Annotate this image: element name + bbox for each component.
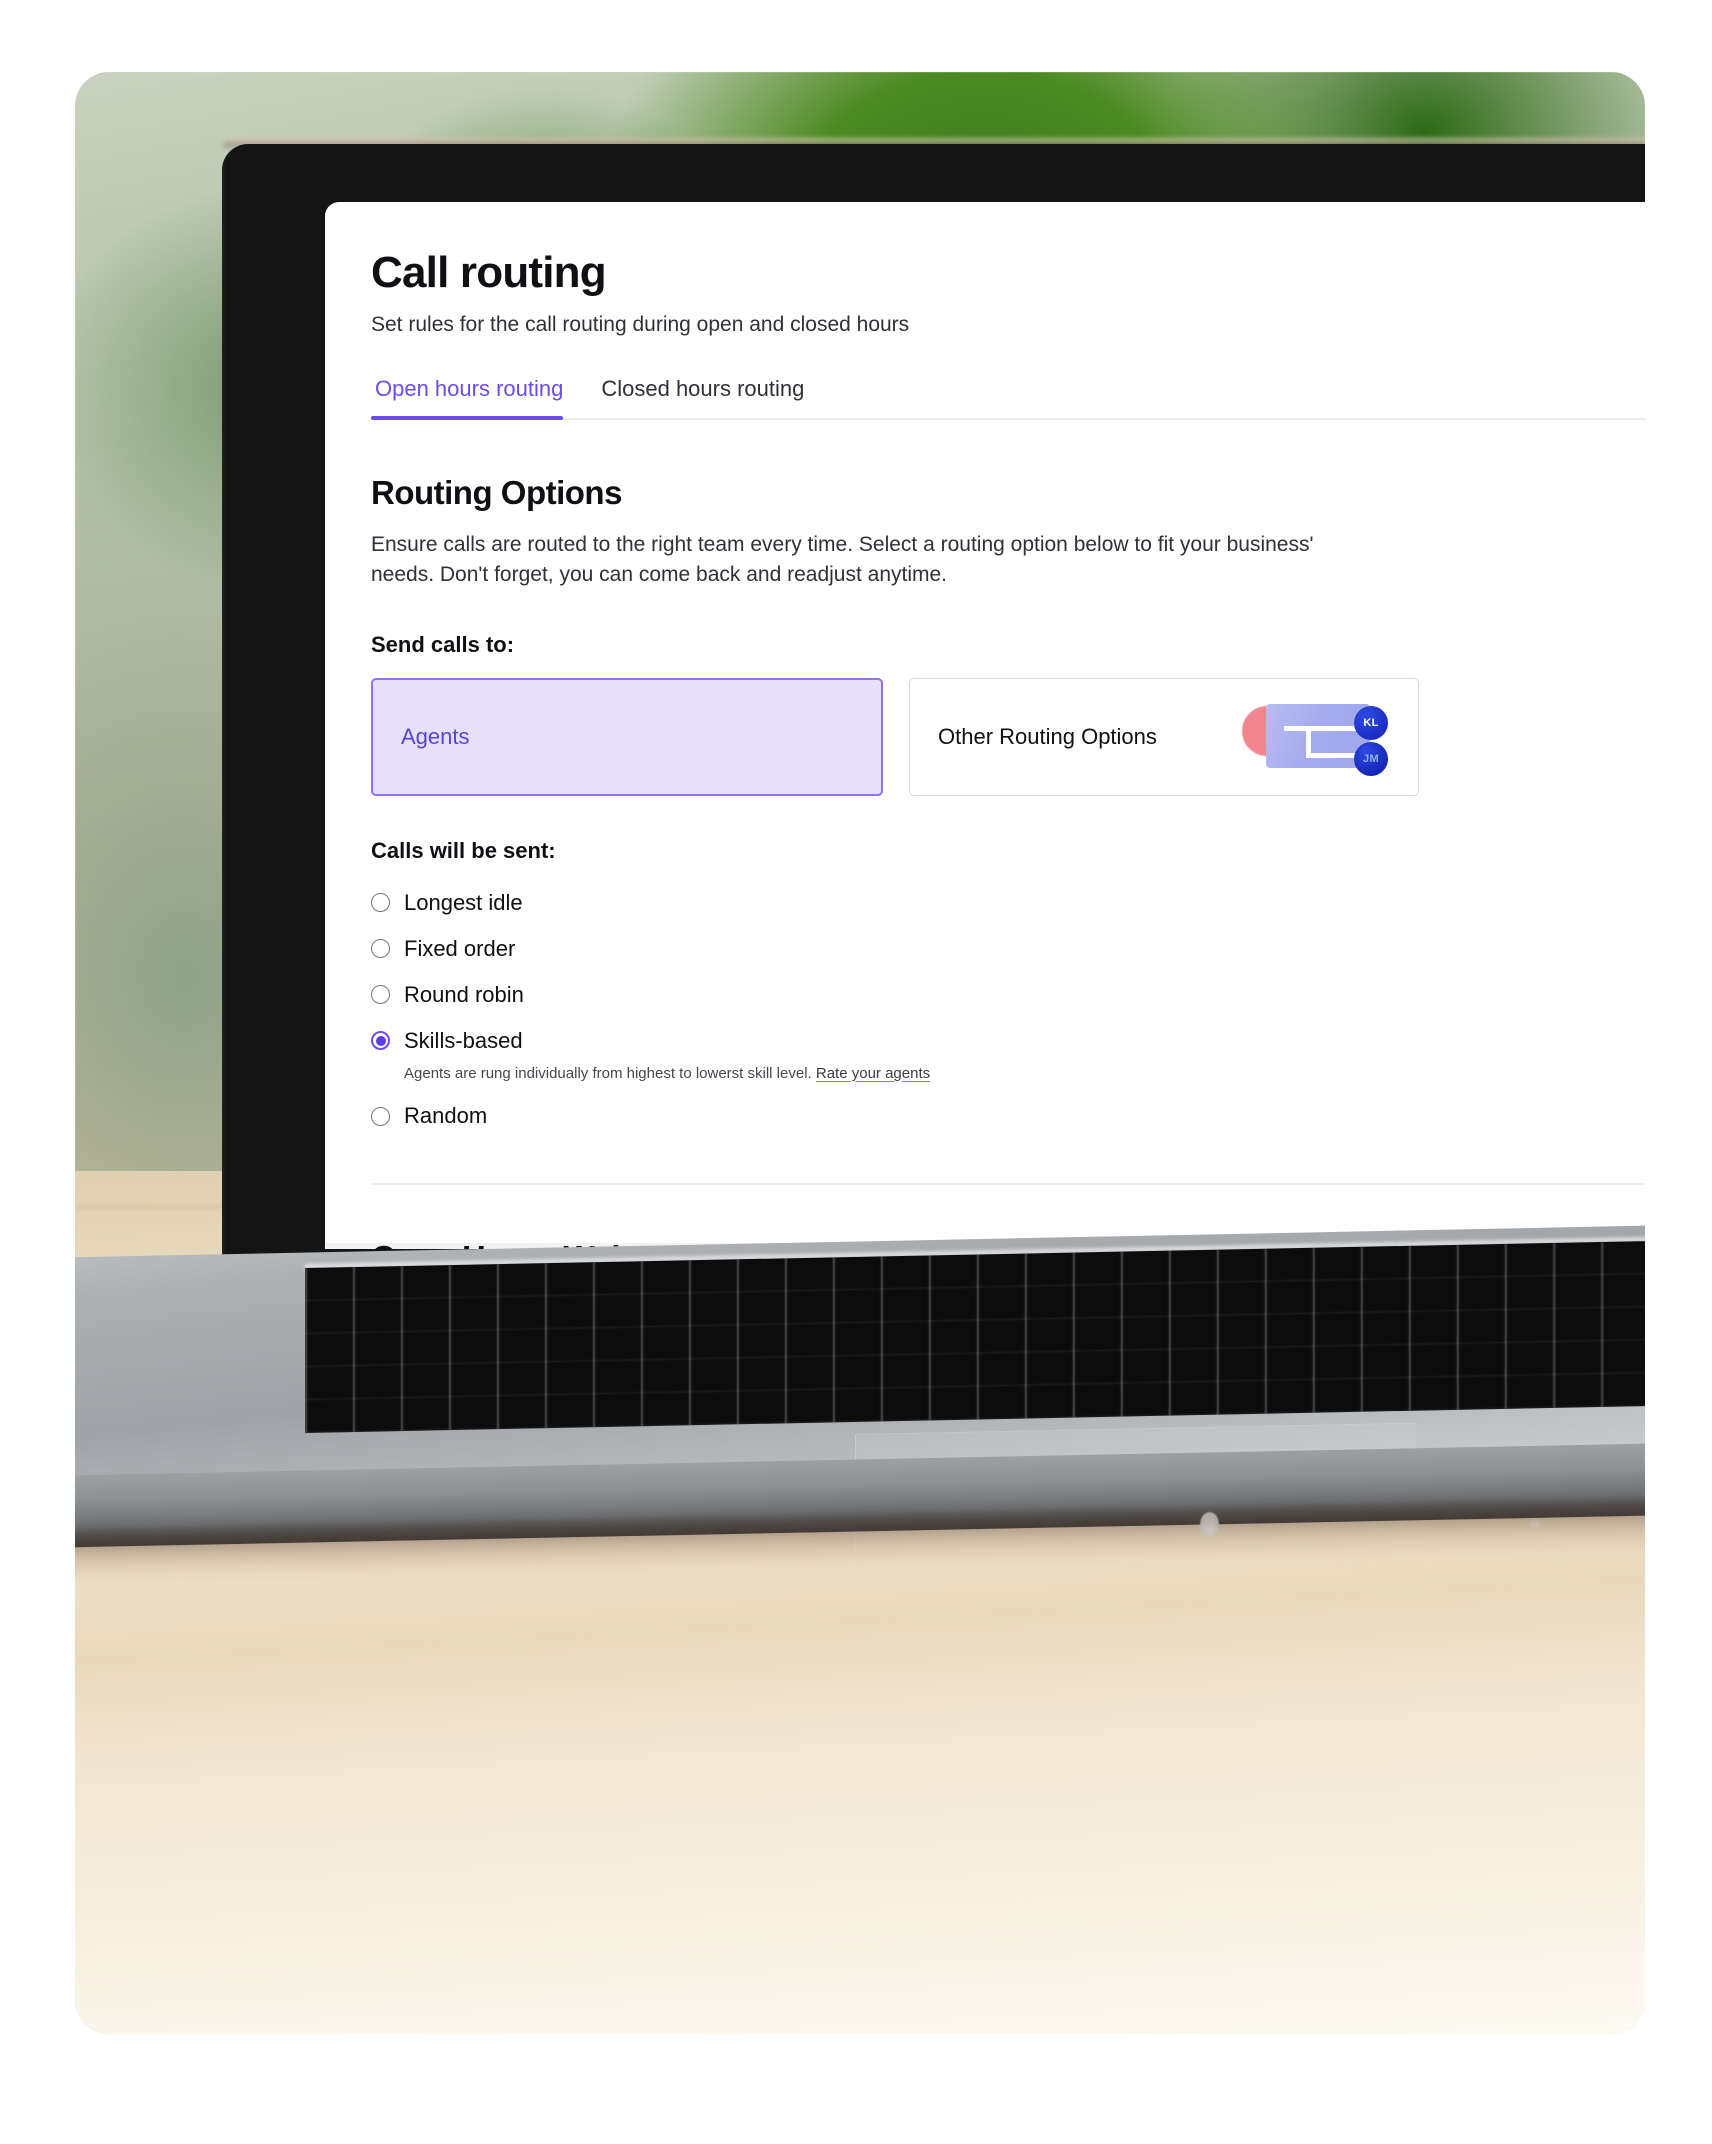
- laptop-photo: Call routing Set rules for the call rout…: [75, 72, 1645, 2034]
- routing-options-heading: Routing Options: [371, 473, 622, 511]
- routing-options-description: Ensure calls are routed to the right tea…: [371, 532, 1314, 586]
- card-other-routing-options-label: Other Routing Options: [938, 723, 1157, 749]
- radio-skills-based-help: Agents are rung individually from highes…: [404, 1064, 1645, 1084]
- radio-longest-idle-label: Longest idle: [404, 889, 523, 915]
- tab-closed-hours-routing[interactable]: Closed hours routing: [581, 376, 822, 418]
- avatar-jm: JM: [1354, 741, 1388, 776]
- card-other-routing-options[interactable]: Other Routing Options KL JM: [909, 677, 1419, 796]
- send-calls-to-options: Agents Other Routing Options KL JM: [371, 677, 1645, 796]
- tab-open-hours-routing[interactable]: Open hours routing: [371, 376, 581, 420]
- send-calls-to-label: Send calls to:: [371, 631, 515, 657]
- card-agents[interactable]: Agents: [371, 677, 883, 796]
- radio-skills-based[interactable]: Skills-based: [371, 1018, 1645, 1064]
- radio-fixed-order-label: Fixed order: [404, 935, 516, 961]
- laptop-screen: Call routing Set rules for the call rout…: [325, 202, 1645, 1249]
- laptop-device: Call routing Set rules for the call rout…: [75, 72, 1645, 2034]
- routing-tabs: Open hours routing Closed hours routing: [371, 376, 1645, 420]
- radio-skills-based-icon[interactable]: [371, 1031, 390, 1051]
- card-agents-label: Agents: [401, 723, 470, 749]
- page-subtitle: Set rules for the call routing during op…: [371, 312, 910, 336]
- routing-diagram-icon: KL JM: [1240, 696, 1390, 778]
- routing-method-radio-group: Longest idle Fixed order Round robin Ski…: [371, 880, 1645, 1140]
- radio-longest-idle[interactable]: Longest idle: [371, 880, 1645, 926]
- section-divider: [371, 1183, 1645, 1186]
- radio-round-robin[interactable]: Round robin: [371, 972, 1645, 1018]
- avatar-kl: KL: [1354, 705, 1388, 740]
- avatar-kl-initials: KL: [1363, 716, 1379, 729]
- radio-longest-idle-icon[interactable]: [371, 893, 390, 913]
- radio-fixed-order[interactable]: Fixed order: [371, 926, 1645, 972]
- avatar-jm-initials: JM: [1363, 752, 1379, 765]
- calls-will-be-sent-label: Calls will be sent:: [371, 837, 556, 863]
- call-routing-app: Call routing Set rules for the call rout…: [325, 202, 1645, 1249]
- radio-skills-based-help-text: Agents are rung individually from highes…: [404, 1064, 812, 1082]
- radio-random-label: Random: [404, 1103, 488, 1129]
- radio-fixed-order-icon[interactable]: [371, 939, 390, 959]
- radio-round-robin-label: Round robin: [404, 981, 524, 1007]
- radio-random[interactable]: Random: [371, 1093, 1645, 1139]
- radio-random-icon[interactable]: [371, 1106, 390, 1126]
- radio-round-robin-icon[interactable]: [371, 985, 390, 1005]
- page-title: Call routing: [371, 248, 607, 297]
- laptop-keyboard: [305, 1238, 1645, 1433]
- radio-skills-based-label: Skills-based: [404, 1027, 523, 1053]
- rate-your-agents-link[interactable]: Rate your agents: [816, 1065, 930, 1082]
